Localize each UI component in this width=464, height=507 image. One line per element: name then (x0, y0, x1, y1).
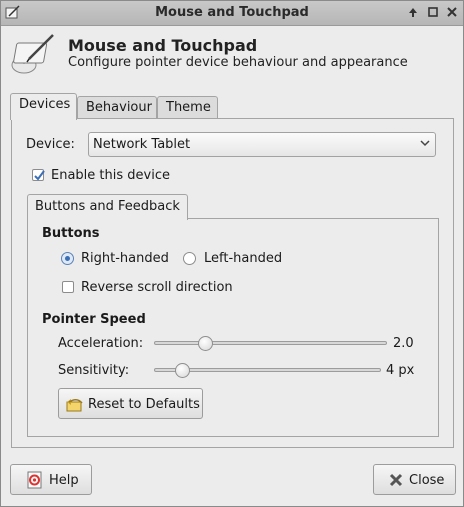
acceleration-slider-handle[interactable] (198, 336, 213, 351)
close-icon[interactable] (445, 6, 459, 20)
enable-device-label[interactable]: Enable this device (51, 168, 170, 183)
device-select-value: Network Tablet (93, 137, 191, 152)
title-bar[interactable]: Mouse and Touchpad (1, 1, 463, 26)
acceleration-label: Acceleration: (58, 336, 144, 351)
sensitivity-slider-handle[interactable] (175, 363, 190, 378)
close-button[interactable]: Close (373, 464, 456, 495)
checkmark-icon (34, 170, 45, 181)
close-icon (389, 473, 403, 487)
tab-buttons-feedback-label: Buttons and Feedback (35, 199, 180, 214)
help-button[interactable]: Help (10, 464, 92, 495)
chevron-down-icon (420, 140, 430, 147)
reset-defaults-label: Reset to Defaults (88, 397, 200, 412)
left-handed-label[interactable]: Left-handed (204, 251, 282, 266)
sensitivity-value: 4 px (386, 363, 415, 378)
tab-devices[interactable]: Devices (10, 93, 77, 120)
reverse-scroll-checkbox[interactable] (62, 281, 74, 293)
header-subtitle: Configure pointer device behaviour and a… (68, 55, 408, 70)
device-label: Device: (26, 137, 75, 152)
buttons-section-title: Buttons (42, 226, 100, 241)
left-handed-radio[interactable] (183, 252, 196, 265)
header-title: Mouse and Touchpad (68, 36, 258, 55)
up-icon[interactable] (406, 6, 420, 20)
window-title: Mouse and Touchpad (155, 5, 309, 20)
undo-icon (66, 399, 83, 412)
tab-behaviour[interactable]: Behaviour (77, 96, 157, 120)
sensitivity-label: Sensitivity: (58, 363, 130, 378)
right-handed-label[interactable]: Right-handed (81, 251, 169, 266)
acceleration-slider[interactable] (154, 341, 387, 345)
tab-behaviour-label: Behaviour (86, 100, 152, 115)
enable-device-checkbox[interactable] (32, 169, 45, 181)
device-select[interactable]: Network Tablet (88, 132, 436, 157)
reset-defaults-button[interactable]: Reset to Defaults (58, 388, 203, 419)
tab-theme[interactable]: Theme (157, 96, 218, 120)
tab-buttons-feedback[interactable]: Buttons and Feedback (27, 194, 188, 220)
reverse-scroll-label[interactable]: Reverse scroll direction (81, 280, 233, 295)
right-handed-radio[interactable] (61, 252, 74, 265)
tab-theme-label: Theme (166, 100, 211, 115)
tab-devices-label: Devices (19, 97, 71, 112)
help-label: Help (49, 473, 79, 488)
mouse-touchpad-window: Mouse and Touchpad Mouse and Touchpad Co… (0, 0, 464, 507)
help-icon (27, 471, 42, 489)
mouse-touchpad-icon (11, 34, 54, 74)
pointer-speed-title: Pointer Speed (42, 312, 146, 327)
acceleration-value: 2.0 (393, 336, 414, 351)
close-label: Close (409, 473, 445, 488)
maximize-icon[interactable] (426, 6, 440, 20)
